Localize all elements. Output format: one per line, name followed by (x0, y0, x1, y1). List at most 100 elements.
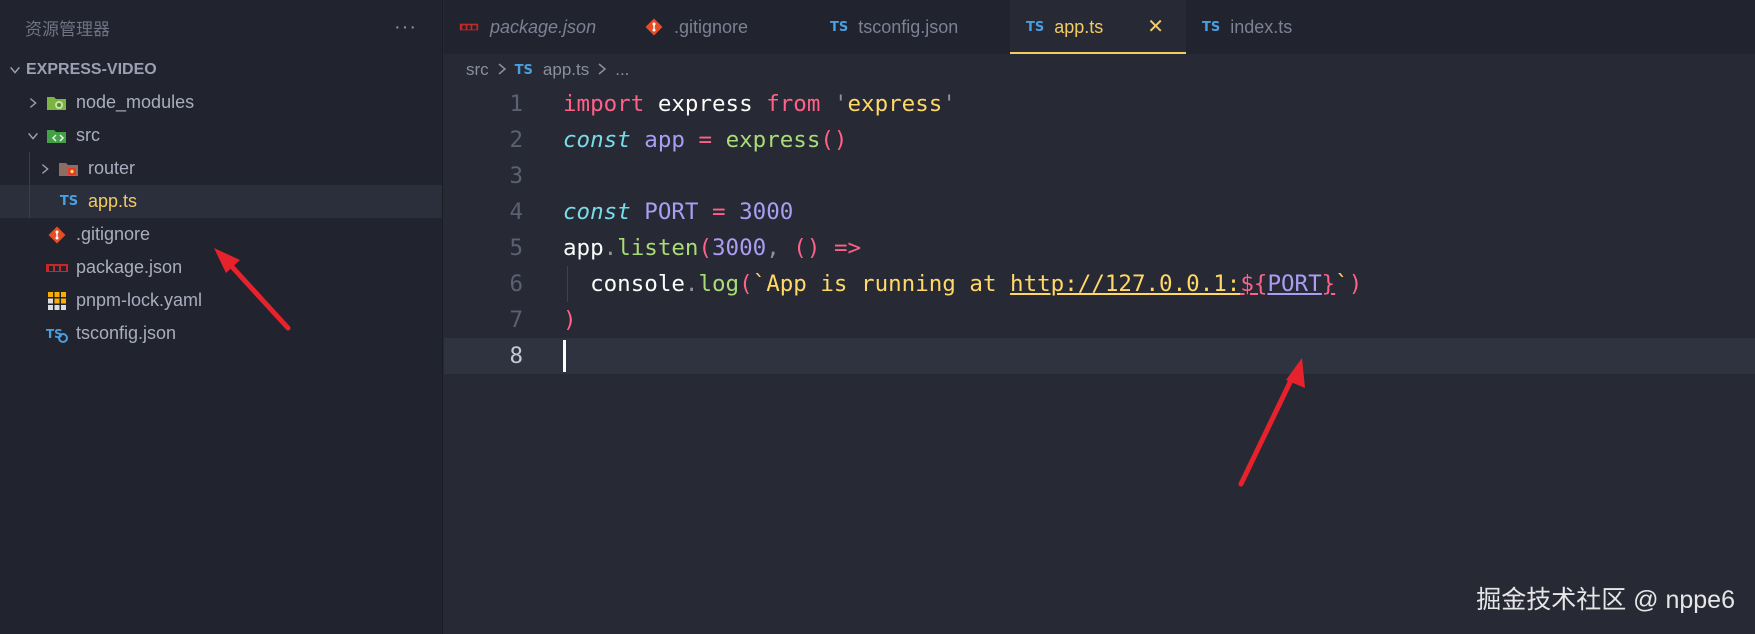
parens: () (820, 127, 848, 153)
line-number: 6 (509, 271, 523, 297)
ts-file-icon: TS (1202, 19, 1221, 35)
watermark: 掘金技术社区 @ nppe6 (1476, 586, 1735, 614)
identifier: PORT (1267, 271, 1322, 297)
git-icon (44, 224, 70, 246)
arrow-operator: => (833, 235, 862, 261)
breadcrumb-symbol[interactable]: ... (615, 60, 629, 80)
tab-package-json[interactable]: package.json (444, 0, 634, 54)
breadcrumb-file[interactable]: app.ts (543, 60, 589, 80)
function-name: listen (617, 235, 699, 261)
tab-index-ts[interactable]: TS index.ts (1186, 0, 1306, 54)
keyword: from (766, 91, 821, 117)
dot: . (684, 271, 699, 297)
chevron-right-icon (22, 92, 44, 114)
code-line: 7 ) (444, 302, 1755, 338)
keyword: import (563, 91, 645, 117)
code-text: app.listen(3000, () => (563, 235, 861, 261)
keyword: const (563, 199, 631, 225)
line-number: 8 (509, 343, 523, 369)
tree-item-label: pnpm-lock.yaml (76, 290, 203, 310)
line-number: 2 (509, 127, 523, 153)
tree-item-label: package.json (76, 257, 183, 277)
tree-item-tsconfig[interactable]: TS tsconfig.json (0, 317, 442, 350)
code-editor[interactable]: 1 import express from 'express' 2 const … (444, 86, 1755, 634)
chevron-right-icon (497, 62, 507, 78)
operator: = (712, 199, 726, 225)
tab-tsconfig-json[interactable]: TS tsconfig.json (814, 0, 1010, 54)
line-number: 4 (509, 199, 523, 225)
line-number: 5 (509, 235, 523, 261)
code-text: const app = express() (563, 127, 847, 153)
explorer-title: 资源管理器 (25, 19, 110, 39)
code-line: 1 import express from 'express' (444, 86, 1755, 122)
tree-item-label: src (76, 125, 100, 145)
code-line: 2 const app = express() (444, 122, 1755, 158)
paren: ) (563, 307, 577, 333)
chevron-right-icon (34, 158, 56, 180)
function-name: log (698, 271, 740, 297)
chevron-right-icon (597, 62, 607, 78)
number: 3000 (712, 235, 767, 261)
identifier: app (644, 127, 685, 153)
editor-tab-bar: package.json .gitignore TS tsconfig.json… (444, 0, 1755, 54)
code-line: 5 app.listen(3000, () => (444, 230, 1755, 266)
git-icon (644, 17, 664, 37)
close-icon[interactable]: ✕ (1147, 17, 1164, 37)
function-name: express (725, 127, 821, 153)
interpolation-open: ${ (1240, 271, 1268, 297)
code-text: import express from 'express' (563, 91, 956, 117)
folder-node-icon (44, 92, 70, 114)
tree-item-label: node_modules (76, 92, 195, 112)
identifier: app (563, 235, 604, 261)
indent-guide (567, 266, 568, 302)
tab-app-ts[interactable]: TS app.ts ✕ (1010, 0, 1186, 54)
identifier: console (590, 271, 685, 297)
string: express (847, 91, 943, 117)
tab-label: tsconfig.json (858, 16, 959, 37)
more-actions-button[interactable]: ··· (394, 16, 417, 39)
tab-label: package.json (490, 16, 597, 37)
code-line: 3 (444, 158, 1755, 194)
code-line-current: 8 (444, 338, 1755, 374)
chevron-down-icon (4, 59, 26, 81)
tree-item-src[interactable]: src (0, 119, 442, 152)
keyword: const (563, 127, 631, 153)
indent-guide (29, 185, 30, 218)
code-text: console.log(`App is running at http://12… (563, 271, 1362, 297)
tree-item-label: .gitignore (76, 224, 151, 244)
folder-src-icon (44, 125, 70, 147)
ts-file-icon: TS (59, 194, 79, 209)
code-line: 6 console.log(`App is running at http://… (444, 266, 1755, 302)
ts-file-icon: TS (1026, 19, 1045, 35)
explorer-header: 资源管理器 ··· (0, 0, 442, 54)
url-link[interactable]: http://127.0.0.1: (1010, 271, 1240, 297)
breadcrumb-folder[interactable]: src (466, 60, 489, 80)
tab-label: index.ts (1230, 16, 1293, 37)
paren: ( (698, 235, 713, 261)
explorer-sidebar: 资源管理器 ··· EXPRESS-VIDEO node_modules src (0, 0, 443, 634)
dot: . (603, 235, 618, 261)
string: App is running at (766, 271, 1011, 297)
chevron-down-icon (22, 125, 44, 147)
quote: ' (942, 91, 956, 117)
text-cursor (563, 340, 566, 372)
tree-item-router[interactable]: router (0, 152, 442, 185)
tree-item-gitignore[interactable]: .gitignore (0, 218, 442, 251)
folder-router-icon (56, 158, 82, 180)
tsconfig-icon: TS (44, 323, 70, 345)
tree-item-pnpm-lock[interactable]: pnpm-lock.yaml (0, 284, 442, 317)
code-text: const PORT = 3000 (563, 199, 793, 225)
backtick: ` (752, 271, 767, 297)
comma: , (766, 235, 780, 261)
tree-item-node-modules[interactable]: node_modules (0, 86, 442, 119)
tab-gitignore[interactable]: .gitignore (634, 0, 814, 54)
interpolation-close: } (1321, 271, 1336, 297)
project-name: EXPRESS-VIDEO (26, 61, 157, 78)
code-line: 4 const PORT = 3000 (444, 194, 1755, 230)
line-number: 1 (509, 91, 523, 117)
tree-item-app-ts[interactable]: TS app.ts (0, 185, 442, 218)
project-folder-row[interactable]: EXPRESS-VIDEO (0, 54, 442, 86)
tree-item-package-json[interactable]: package.json (0, 251, 442, 284)
indent-guide (29, 152, 30, 185)
paren: ( (739, 271, 753, 297)
